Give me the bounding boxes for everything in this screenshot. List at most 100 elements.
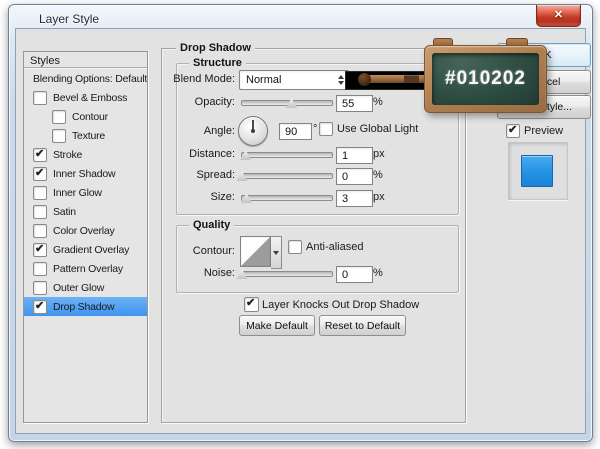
sidebar-item-bevel-emboss[interactable]: Bevel & Emboss <box>24 88 147 107</box>
use-global-light-checkbox[interactable] <box>319 122 333 136</box>
ok-button[interactable]: OK <box>497 43 591 67</box>
contour-dropdown-arrow[interactable] <box>271 236 282 269</box>
sidebar-item-label: Drop Shadow <box>53 300 115 313</box>
reset-to-default-button[interactable]: Reset to Default <box>319 315 406 336</box>
preview-checkbox[interactable] <box>506 123 520 138</box>
noise-slider-thumb[interactable] <box>236 269 248 279</box>
sidebar-item-drop-shadow[interactable]: Drop Shadow <box>24 297 147 316</box>
opacity-slider-thumb[interactable] <box>286 98 297 108</box>
style-checkbox[interactable] <box>33 242 47 257</box>
quality-group-label: Quality <box>189 219 235 231</box>
angle-dial[interactable] <box>238 116 268 146</box>
sidebar-item-inner-glow[interactable]: Inner Glow <box>24 183 147 202</box>
distance-slider-thumb[interactable] <box>240 150 252 160</box>
dialog-client-area: Styles Blending Options: Default Bevel & … <box>15 28 591 434</box>
sidebar-item-label: Bevel & Emboss <box>53 91 128 104</box>
distance-slider[interactable] <box>240 150 333 160</box>
sidebar-item-outer-glow[interactable]: Outer Glow <box>24 278 147 297</box>
drop-shadow-panel: Drop Shadow Structure Blend Mode: Normal… <box>161 42 466 423</box>
angle-unit: ° <box>313 123 318 135</box>
spread-label: Spread: <box>196 169 235 181</box>
size-input[interactable] <box>336 190 373 207</box>
spread-slider-thumb[interactable] <box>236 171 248 181</box>
shadow-color-swatch[interactable] <box>345 71 432 90</box>
layer-knocks-out-label: Layer Knocks Out Drop Shadow <box>262 299 420 311</box>
layer-style-dialog: Layer Style ✕ Styles Blending Options: D… <box>8 4 593 442</box>
noise-input[interactable] <box>336 266 373 283</box>
size-slider[interactable] <box>241 193 333 203</box>
angle-label: Angle: <box>203 125 235 137</box>
style-checkbox[interactable] <box>33 90 47 105</box>
window-title: Layer Style <box>39 12 100 26</box>
sidebar-item-gradient-overlay[interactable]: Gradient Overlay <box>24 240 147 259</box>
sidebar-item-contour[interactable]: Contour <box>24 107 147 126</box>
sidebar-item-texture[interactable]: Texture <box>24 126 147 145</box>
size-label: Size: <box>210 191 235 203</box>
noise-slider[interactable] <box>236 269 333 279</box>
new-style-button[interactable]: New Style... <box>497 95 591 119</box>
style-checkbox[interactable] <box>33 166 47 181</box>
sidebar-item-label: Outer Glow <box>53 281 105 294</box>
make-default-button[interactable]: Make Default <box>239 315 315 336</box>
blend-mode-dropdown[interactable]: Normal <box>239 70 349 90</box>
style-checkbox[interactable] <box>33 147 47 162</box>
blend-mode-value: Normal <box>246 74 282 86</box>
sidebar-item-blending-options-default[interactable]: Blending Options: Default <box>24 69 147 88</box>
contour-label: Contour: <box>192 245 235 257</box>
cancel-button[interactable]: Cancel <box>497 70 591 94</box>
sidebar-item-label: Pattern Overlay <box>53 262 123 275</box>
layer-knocks-out-checkbox[interactable] <box>244 296 259 312</box>
style-checkbox[interactable] <box>33 280 47 295</box>
spread-input[interactable] <box>336 168 373 185</box>
style-checkbox[interactable] <box>33 299 47 314</box>
styles-sidebar: Styles Blending Options: Default Bevel & … <box>23 51 148 423</box>
sidebar-item-label: Texture <box>72 129 106 142</box>
sidebar-item-stroke[interactable]: Stroke <box>24 145 147 164</box>
use-global-light-label: Use Global Light <box>337 123 419 135</box>
style-checkbox[interactable] <box>33 261 47 276</box>
preview-label: Preview <box>524 125 564 137</box>
spread-slider[interactable] <box>236 171 333 181</box>
anti-aliased-checkbox[interactable] <box>288 240 302 254</box>
opacity-slider[interactable] <box>241 98 333 108</box>
sidebar-item-label: Inner Shadow <box>53 167 116 180</box>
close-icon: ✕ <box>553 9 564 21</box>
anti-aliased-label: Anti-aliased <box>306 241 364 253</box>
opacity-label: Opacity: <box>194 96 235 108</box>
distance-unit: px <box>373 148 385 160</box>
sidebar-item-label: Gradient Overlay <box>53 243 130 256</box>
opacity-unit: % <box>373 96 383 108</box>
style-checkbox[interactable] <box>52 128 66 143</box>
sidebar-item-pattern-overlay[interactable]: Pattern Overlay <box>24 259 147 278</box>
panel-title: Drop Shadow <box>176 42 255 54</box>
chevron-down-icon <box>273 250 279 255</box>
distance-input[interactable] <box>336 147 373 164</box>
sidebar-item-label: Stroke <box>53 148 83 161</box>
size-slider-thumb[interactable] <box>241 193 252 203</box>
style-checkbox[interactable] <box>33 185 47 200</box>
sidebar-item-satin[interactable]: Satin <box>24 202 147 221</box>
close-button[interactable]: ✕ <box>536 5 581 27</box>
size-unit: px <box>373 191 385 203</box>
screenshot-canvas: Layer Style ✕ Styles Blending Options: D… <box>0 0 600 449</box>
structure-group-label: Structure <box>189 57 246 69</box>
style-checkbox[interactable] <box>52 109 66 124</box>
sidebar-item-label: Blending Options: Default <box>33 72 147 85</box>
sidebar-item-label: Inner Glow <box>53 186 102 199</box>
sidebar-item-label: Color Overlay <box>53 224 115 237</box>
angle-dial-center <box>251 129 255 133</box>
style-checkbox[interactable] <box>33 204 47 219</box>
contour-picker[interactable] <box>240 236 271 267</box>
noise-unit: % <box>373 267 383 279</box>
sidebar-item-label: Contour <box>72 110 108 123</box>
opacity-input[interactable] <box>336 95 373 112</box>
layer-preview-swatch <box>521 155 553 187</box>
sidebar-item-inner-shadow[interactable]: Inner Shadow <box>24 164 147 183</box>
styles-separator <box>24 67 147 68</box>
distance-label: Distance: <box>189 148 235 160</box>
quality-group: Quality Contour: Anti-aliased Noise: % <box>176 219 459 293</box>
sidebar-item-color-overlay[interactable]: Color Overlay <box>24 221 147 240</box>
blend-mode-label: Blend Mode: <box>173 73 235 85</box>
angle-input[interactable] <box>279 123 312 140</box>
style-checkbox[interactable] <box>33 223 47 238</box>
